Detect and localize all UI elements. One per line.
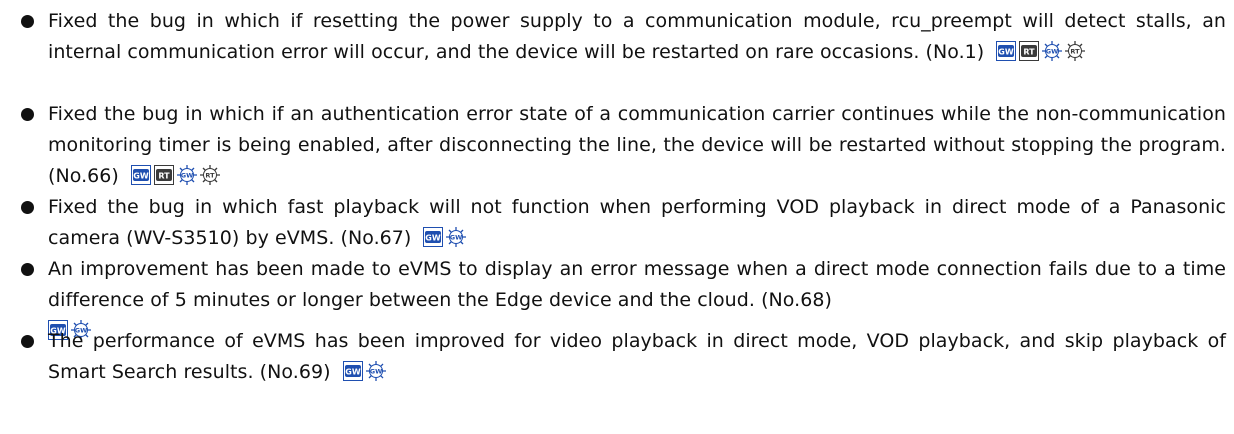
- svg-text:GW: GW: [999, 47, 1015, 56]
- bullet-icon: [21, 201, 34, 214]
- gw-badge-icon: GW: [996, 41, 1017, 61]
- item-text: Fixed the bug in which fast playback wil…: [48, 196, 1226, 249]
- item-text: The performance of eVMS has been improve…: [48, 330, 1226, 383]
- bullet-icon: [21, 263, 34, 276]
- svg-text:GW: GW: [181, 172, 194, 180]
- rt-badge-icon: RT: [1019, 41, 1040, 61]
- list-item: Fixed the bug in which if an authenticat…: [8, 99, 1226, 192]
- gw-badge-icon: GW: [130, 165, 151, 185]
- svg-text:RT: RT: [158, 171, 170, 180]
- gw-cloud-badge-icon: GW: [446, 227, 467, 247]
- gw-badge-icon: GW: [423, 227, 444, 247]
- rt-cloud-badge-icon: RT: [1065, 41, 1086, 61]
- svg-text:GW: GW: [1046, 48, 1059, 56]
- list-item: An improvement has been made to eVMS to …: [8, 254, 1226, 340]
- svg-text:GW: GW: [133, 171, 149, 180]
- svg-text:RT: RT: [1071, 48, 1081, 56]
- gw-cloud-badge-icon: GW: [176, 165, 197, 185]
- svg-text:GW: GW: [426, 233, 442, 242]
- badge-group: GW GW: [342, 361, 389, 381]
- list-item: The performance of eVMS has been improve…: [8, 326, 1226, 388]
- bullet-icon: [21, 15, 34, 28]
- bullet-icon: [21, 108, 34, 121]
- release-notes-list: Fixed the bug in which if resetting the …: [0, 0, 1234, 388]
- rt-badge-icon: RT: [153, 165, 174, 185]
- badge-group: GW RT GW RT: [996, 41, 1088, 61]
- svg-text:GW: GW: [369, 368, 382, 376]
- item-text: Fixed the bug in which if an authenticat…: [48, 103, 1226, 187]
- rt-cloud-badge-icon: RT: [199, 165, 220, 185]
- gw-badge-icon: GW: [342, 361, 363, 381]
- badge-group: GW GW: [423, 227, 469, 247]
- list-item: Fixed the bug in which if resetting the …: [8, 6, 1226, 99]
- badge-group: GW RT GW RT: [130, 165, 223, 185]
- svg-text:RT: RT: [205, 172, 215, 180]
- svg-text:GW: GW: [450, 234, 463, 242]
- list-item: Fixed the bug in which fast playback wil…: [8, 192, 1226, 254]
- gw-cloud-badge-icon: GW: [1042, 41, 1063, 61]
- svg-text:GW: GW: [345, 367, 361, 376]
- svg-text:RT: RT: [1024, 47, 1036, 56]
- gw-cloud-badge-icon: GW: [365, 361, 386, 381]
- item-text: An improvement has been made to eVMS to …: [48, 258, 1226, 311]
- bullet-icon: [21, 335, 34, 348]
